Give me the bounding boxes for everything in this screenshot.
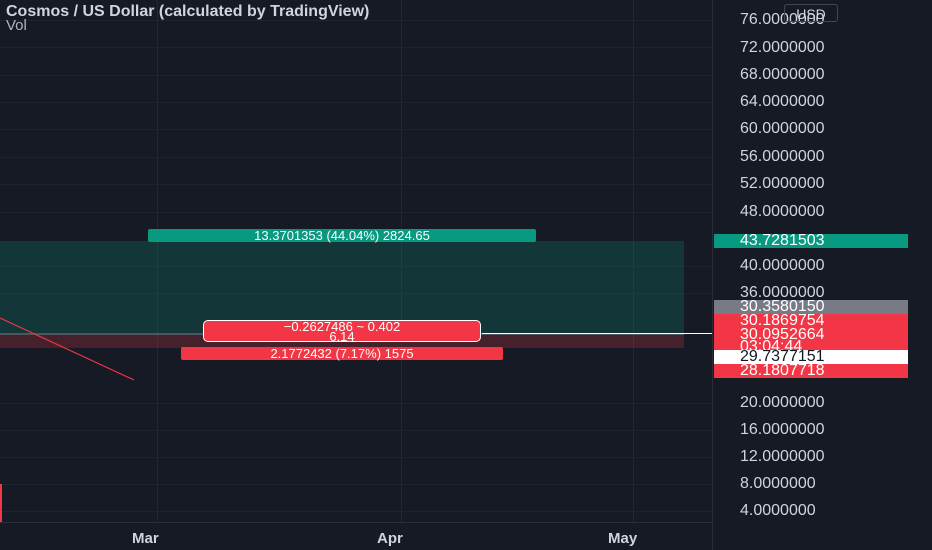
price-line-svg xyxy=(0,317,135,381)
stop-price-tag: 28.1807718 xyxy=(714,364,908,378)
time-label-apr: Apr xyxy=(377,530,403,547)
chart-plot-area[interactable]: 13.3701353 (44.04%) 2824.65 2.1772432 (7… xyxy=(0,0,712,522)
volume-indicator-label[interactable]: Vol xyxy=(6,17,27,34)
price-tick: 12.0000000 xyxy=(740,448,825,465)
crosshair-line xyxy=(482,333,712,334)
price-tick: 64.0000000 xyxy=(740,93,825,110)
time-axis-separator xyxy=(0,522,712,523)
crosshair-price-tag: 29.7377151 xyxy=(714,350,908,364)
profit-label[interactable]: 13.3701353 (44.04%) 2824.65 xyxy=(148,229,536,242)
center-label-line2: 6.14 xyxy=(329,329,355,344)
price-tick: 60.0000000 xyxy=(740,120,825,137)
price-tick: 52.0000000 xyxy=(740,175,825,192)
price-tick: 16.0000000 xyxy=(740,421,825,438)
price-tick: 20.0000000 xyxy=(740,394,825,411)
price-tick: 56.0000000 xyxy=(740,148,825,165)
time-label-may: May xyxy=(608,530,638,547)
price-tick: 68.0000000 xyxy=(740,66,825,83)
time-label-mar: Mar xyxy=(132,530,159,547)
price-tick: 48.0000000 xyxy=(740,203,825,220)
symbol-title[interactable]: Cosmos / US Dollar (calculated by Tradin… xyxy=(6,3,369,21)
price-tick: 72.0000000 xyxy=(740,39,825,56)
price-tick: 40.0000000 xyxy=(740,257,825,274)
price-tick: 8.0000000 xyxy=(740,475,816,492)
volume-bar xyxy=(0,484,2,522)
position-center-label[interactable]: −0.2627486 ~ 0.402 6.14 xyxy=(203,320,481,344)
price-tick: 36.0000000 xyxy=(740,284,825,301)
loss-label[interactable]: 2.1772432 (7.17%) 1575 xyxy=(181,347,503,360)
price-axis-separator xyxy=(712,0,713,550)
currency-selector[interactable]: USD xyxy=(784,4,838,22)
gray-price-tag: 30.3580150 xyxy=(714,300,908,314)
price-tick: 4.0000000 xyxy=(740,502,816,519)
target-price-tag: 43.7281503 xyxy=(714,234,908,248)
red-price-tag: 30.1869754 xyxy=(714,314,908,328)
price-line xyxy=(0,317,135,381)
